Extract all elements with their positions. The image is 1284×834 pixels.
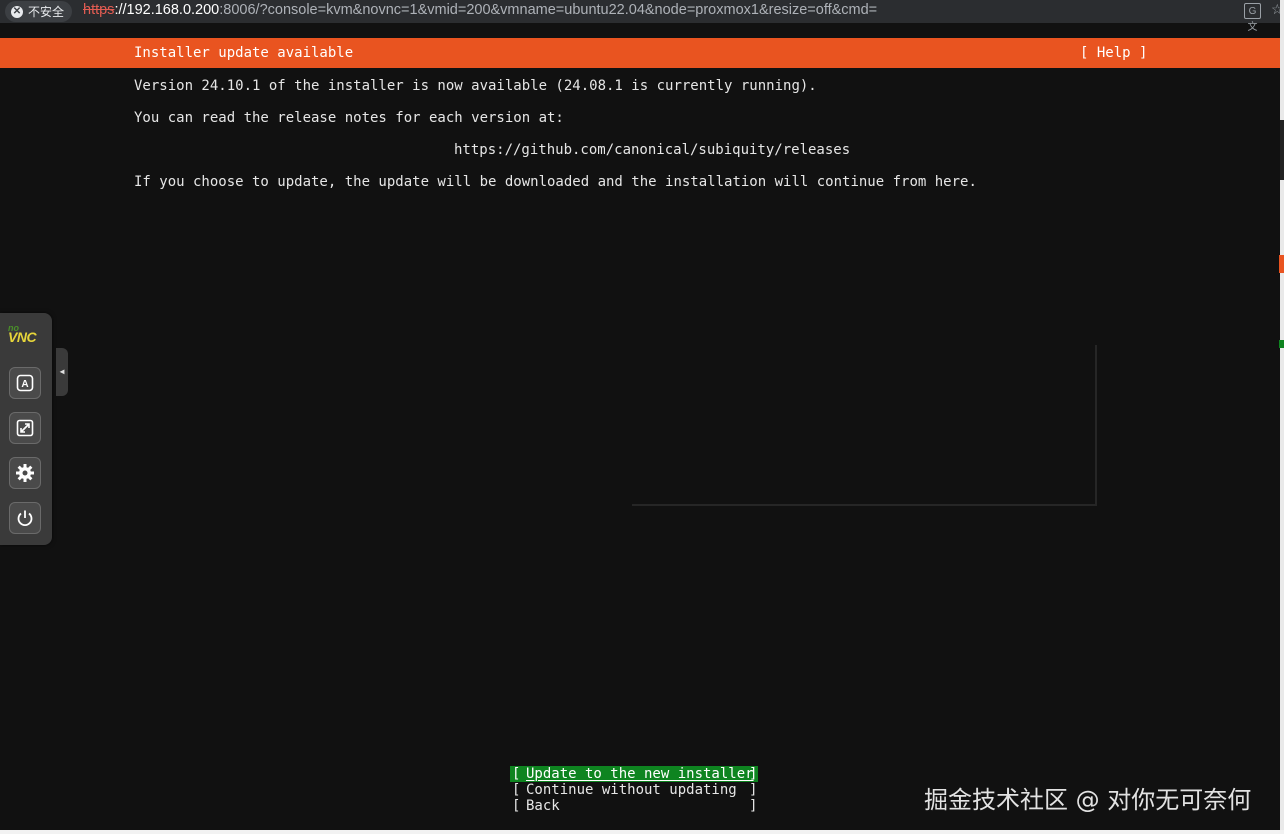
ghost-frame-edge [1095,345,1097,505]
background-window-edge [1279,340,1284,348]
help-button[interactable]: [ Help ] [1080,45,1147,61]
settings-button[interactable] [9,457,41,489]
release-notes-url: https://github.com/canonical/subiquity/r… [454,142,851,158]
bracket-right: ] [749,798,758,814]
installer-header-bar: Installer update available [ Help ] [0,38,1280,68]
menu-item-label: Update to the new installer [526,766,754,782]
url-path: :8006/?console=kvm&novnc=1&vmid=200&vmna… [219,2,878,18]
translate-icon[interactable]: G文 [1244,3,1261,33]
extra-keys-icon: A [16,374,34,392]
background-window-edge [0,830,1284,834]
panel-collapse-handle[interactable]: ◀ [56,348,68,396]
power-button[interactable] [9,502,41,534]
bracket-right: ] [749,782,758,798]
ghost-frame-edge [632,504,1097,506]
settings-icon [16,464,34,482]
menu-item-label: Back [526,798,560,814]
menu-item-label: Continue without updating [526,782,737,798]
url-field[interactable]: https://192.168.0.200:8006/?console=kvm&… [83,2,877,18]
security-indicator[interactable]: ✕ 不安全 [5,1,73,22]
watermark-text: 掘金技术社区 @ 对你无可奈何 [924,786,1252,814]
bracket-right: ] [749,766,758,782]
extra-keys-button[interactable]: A [9,367,41,399]
update-installer-button[interactable]: [ Update to the new installer ] [510,766,758,782]
bracket-left: [ [512,766,521,782]
insecure-warning-icon: ✕ [11,5,23,18]
update-explanation: If you choose to update, the update will… [134,174,977,190]
installer-title: Installer update available [134,45,354,61]
url-host: ://192.168.0.200 [114,2,220,18]
novnc-logo: no VNC [8,323,37,345]
version-message: Version 24.10.1 of the installer is now … [134,78,817,94]
continue-without-updating-button[interactable]: [ Continue without updating ] [510,782,758,798]
background-window-edge [1279,255,1284,273]
background-window-edge [1280,120,1284,180]
bracket-left: [ [512,798,521,814]
novnc-control-bar: no VNC A [0,313,52,545]
browser-address-bar: ✕ 不安全 https://192.168.0.200:8006/?consol… [0,0,1284,33]
installer-menu: [ Update to the new installer ] [ Contin… [510,766,758,814]
bracket-left: [ [512,782,521,798]
url-scheme: https [83,2,115,18]
svg-text:A: A [21,379,28,390]
fullscreen-button[interactable] [9,412,41,444]
security-label: 不安全 [28,5,65,19]
release-notes-message: You can read the release notes for each … [134,110,564,126]
fullscreen-icon [16,419,34,437]
power-icon [17,510,33,527]
back-button[interactable]: [ Back ] [510,798,758,814]
